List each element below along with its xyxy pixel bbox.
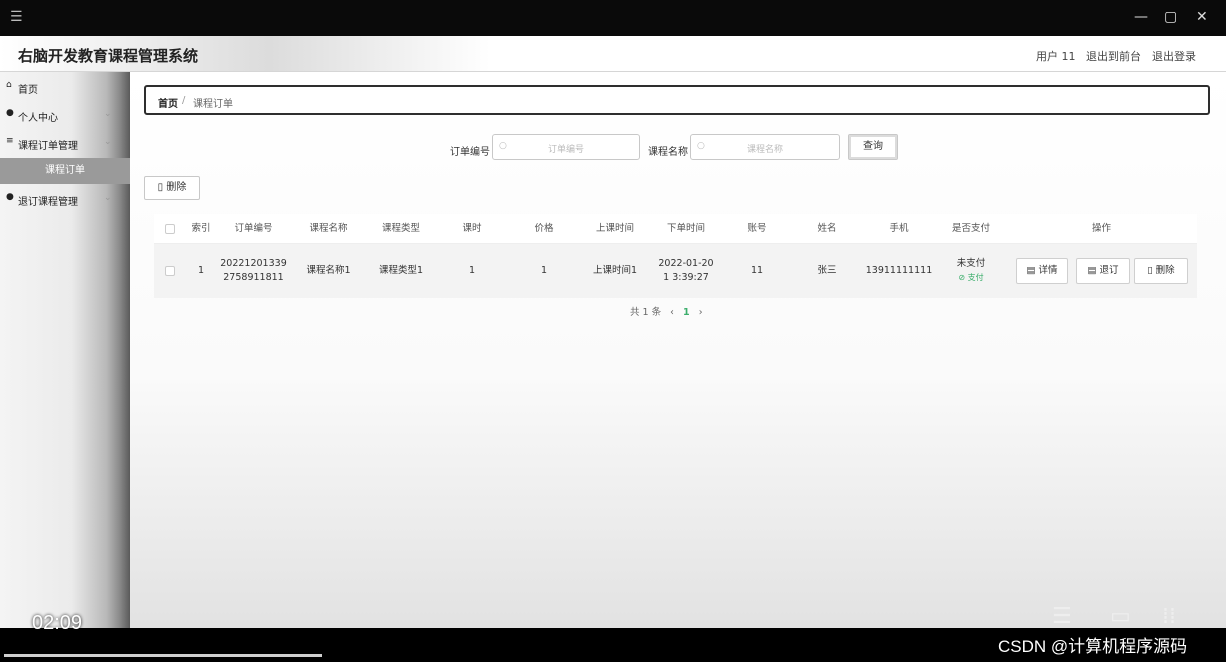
col-order-time: 下单时间 [666,222,705,234]
cell-name: 张三 [817,265,837,276]
main-content: 首页 / 课程订单 订单编号 ○ 订单编号 课程名称 ○ 课程名称 查询 ▯ 删… [130,72,1226,628]
detail-label: 详情 [1038,265,1058,276]
order-no-label: 订单编号 [450,147,490,158]
sidebar-item-label: 课程订单管理 [18,141,78,152]
pay-label: 支付 [967,273,984,282]
comment-icon[interactable]: ▭ [1110,604,1131,629]
cell-order-time: 2022-01-20 1 3:39:27 [658,258,714,283]
cell-order-no: 20221201339 2758911811 [220,258,287,283]
breadcrumb-current: 课程订单 [193,99,233,110]
sidebar-item-unsubscribe-management[interactable]: ● 退订课程管理 ⌄ [0,186,130,212]
logout-link[interactable]: 退出登录 [1152,48,1196,64]
video-time: 02:09 [32,612,83,634]
chevron-down-icon: ⌄ [104,109,112,119]
order-no-placeholder: 订单编号 [547,145,584,155]
user-label: 用户 11 [1036,50,1076,63]
more-grid-icon[interactable]: ⁞⁞ [1162,604,1176,629]
user-icon: ● [6,108,14,118]
pay-link[interactable]: ⊘ 支付 [958,271,983,285]
app-header: 右脑开发教育课程管理系统 用户 11 退出到前台 退出登录 [0,36,1226,72]
detail-button[interactable]: ▤ 详情 [1016,258,1068,284]
cell-hours: 1 [468,265,476,276]
col-order-no: 订单编号 [234,222,273,234]
col-price: 价格 [534,222,554,234]
list-icon: ≡ [6,136,14,146]
col-phone: 手机 [889,222,909,234]
col-course-name: 课程名称 [309,222,348,234]
cell-phone: 13911111111 [865,265,933,276]
batch-delete-button[interactable]: ▯ 删除 [144,176,200,200]
breadcrumb-home[interactable]: 首页 [158,95,178,110]
col-actions: 操作 [1091,222,1111,234]
course-name-input[interactable]: ○ 课程名称 [690,134,840,160]
breadcrumb-separator: / [182,95,186,106]
col-name: 姓名 [817,222,837,234]
unsubscribe-label: 退订 [1099,265,1119,276]
playlist-icon[interactable]: ☰ [1052,604,1072,629]
document-icon: ▤ [1026,265,1039,276]
unsubscribe-button[interactable]: ▤ 退订 [1076,258,1130,284]
chevron-down-icon: ⌄ [104,137,112,147]
pagination: 共 1 条 ‹ 1 › [630,304,703,318]
breadcrumb: 首页 / 课程订单 [144,85,1210,115]
pay-icon: ⊘ [958,273,968,282]
table-header: 索引 订单编号 课程名称 课程类型 课时 价格 上课时间 下单时间 账号 姓名 … [154,214,1197,244]
cell-course-name: 课程名称1 [306,265,351,276]
hamburger-icon[interactable]: ☰ [10,10,23,24]
cell-price: 1 [540,265,548,276]
video-progress-bar[interactable] [4,654,322,657]
home-icon: ⌂ [6,80,12,90]
col-hours: 课时 [462,222,482,234]
app-title: 右脑开发教育课程管理系统 [18,47,199,65]
row-checkbox[interactable] [154,244,186,298]
sidebar: ⌂ 首页 ● 个人中心 ⌄ ≡ 课程订单管理 ⌄ 课程订单 ● 退订课程管理 ⌄ [0,72,130,628]
sidebar-item-label: 退订课程管理 [18,197,78,208]
sidebar-item-profile[interactable]: ● 个人中心 ⌄ [0,102,130,128]
sidebar-item-home[interactable]: ⌂ 首页 [0,74,130,100]
document-icon: ▤ [1087,265,1100,276]
cell-account: 11 [750,265,764,276]
sidebar-subitem-course-orders[interactable]: 课程订单 [0,158,130,184]
cell-paid: 未支付 ⊘ 支付 [936,244,1006,298]
close-icon[interactable]: ✕ [1196,8,1208,26]
col-class-time: 上课时间 [595,222,634,234]
col-index: 索引 [191,222,211,234]
delete-button[interactable]: ▯ 删除 [1134,258,1188,284]
select-all-checkbox[interactable] [154,214,186,243]
paid-status: 未支付 [956,258,986,269]
col-course-type: 课程类型 [381,222,420,234]
sidebar-item-label: 个人中心 [18,113,58,124]
maximize-icon[interactable]: ▢ [1164,8,1177,26]
exit-to-front-link[interactable]: 退出到前台 [1086,48,1141,64]
delete-label: 删除 [1155,265,1175,276]
minimize-icon[interactable]: — [1134,8,1148,26]
cell-index: 1 [197,265,205,276]
window-titlebar: ☰ — ▢ ✕ [0,0,1226,36]
col-paid: 是否支付 [951,222,990,234]
col-account: 账号 [747,222,767,234]
sidebar-item-label: 首页 [18,85,38,96]
delete-label: 删除 [166,182,187,193]
order-no-input[interactable]: ○ 订单编号 [492,134,640,160]
prev-page-icon[interactable]: ‹ [670,307,674,318]
query-button[interactable]: 查询 [848,134,898,160]
watermark: CSDN @计算机程序源码 [998,637,1188,656]
next-page-icon[interactable]: › [699,307,703,318]
cell-course-type: 课程类型1 [378,265,424,276]
pagination-total: 共 1 条 [630,307,662,318]
table-row: 1 20221201339 2758911811 课程名称1 课程类型1 1 1… [154,244,1197,298]
course-name-placeholder: 课程名称 [746,145,783,155]
chevron-down-icon: ⌄ [104,193,112,203]
trash-icon: ▯ [1147,265,1156,276]
pin-icon: ● [6,192,14,202]
sidebar-item-order-management[interactable]: ≡ 课程订单管理 ⌄ [0,130,130,156]
cell-class-time: 上课时间1 [592,265,638,276]
course-name-label: 课程名称 [648,147,688,158]
page-number[interactable]: 1 [683,307,690,318]
